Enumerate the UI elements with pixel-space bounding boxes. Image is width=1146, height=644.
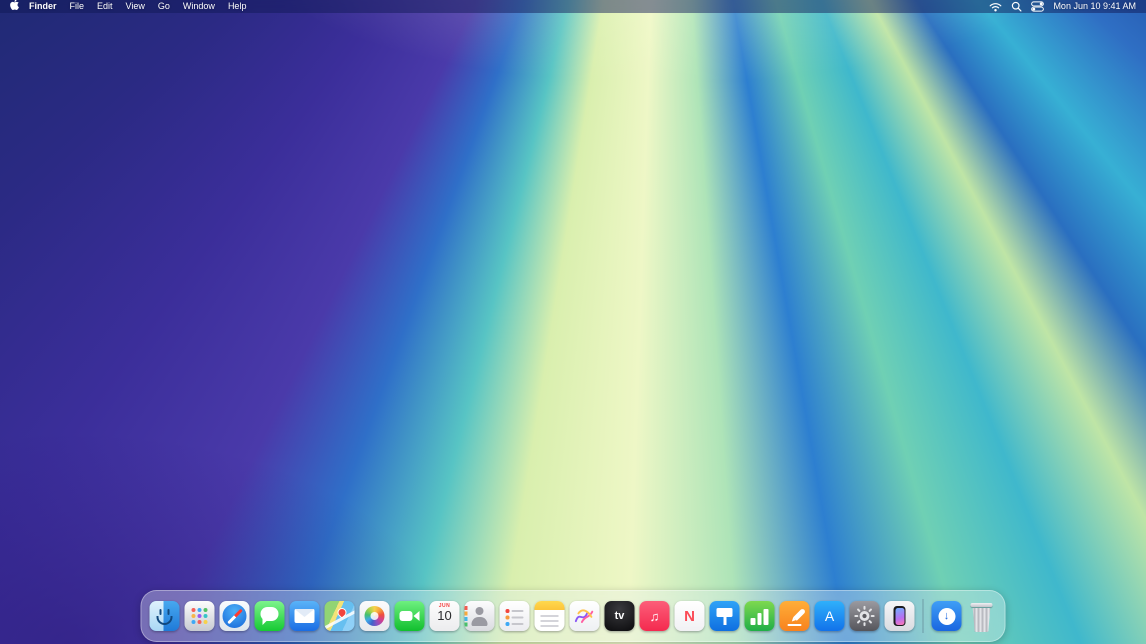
dock-icon-pages[interactable] — [780, 601, 810, 631]
download-arrow-icon: ↓ — [944, 611, 950, 622]
safari-compass-icon — [223, 604, 247, 628]
music-note-icon: ♫ — [650, 610, 660, 623]
dock-icon-reminders[interactable] — [500, 601, 530, 631]
dock-icon-calendar[interactable]: JUN 10 — [430, 601, 460, 631]
dock-icon-numbers[interactable] — [745, 601, 775, 631]
dock-icon-safari[interactable] — [220, 601, 250, 631]
dock-icon-tv[interactable]: tv — [605, 601, 635, 631]
calendar-day-label: 10 — [437, 609, 451, 624]
dock-icon-music[interactable]: ♫ — [640, 601, 670, 631]
menu-item-go[interactable]: Go — [158, 0, 170, 13]
dock-icon-app-store[interactable]: A — [815, 601, 845, 631]
freeform-squiggle-icon — [572, 603, 598, 629]
photos-flower-icon — [365, 606, 385, 626]
app-menu-title[interactable]: Finder — [29, 0, 57, 13]
pages-pen-icon — [793, 608, 806, 621]
dock-icon-facetime[interactable] — [395, 601, 425, 631]
gear-icon — [854, 605, 876, 627]
downloads-circle-icon: ↓ — [938, 608, 955, 625]
maps-pin-icon — [336, 606, 349, 619]
dock-separator — [923, 599, 924, 633]
dock-icon-freeform[interactable] — [570, 601, 600, 631]
news-n-glyph: N — [684, 609, 695, 624]
desktop-wallpaper — [0, 0, 1146, 644]
finder-face-icon — [160, 609, 162, 615]
menu-item-window[interactable]: Window — [183, 0, 215, 13]
menu-item-file[interactable]: File — [70, 0, 85, 13]
desktop: Finder File Edit View Go Window Help — [0, 0, 1146, 644]
dock-icon-contacts[interactable] — [465, 601, 495, 631]
dock-icon-maps[interactable] — [325, 601, 355, 631]
menu-bar: Finder File Edit View Go Window Help — [0, 0, 1146, 13]
dock-icon-news[interactable]: N — [675, 601, 705, 631]
trash-basket-icon — [972, 608, 992, 632]
control-center-icon[interactable] — [1031, 1, 1044, 12]
numbers-chart-icon — [764, 609, 769, 625]
dock-icon-mail[interactable] — [290, 601, 320, 631]
menu-item-help[interactable]: Help — [228, 0, 247, 13]
iphone-icon — [894, 606, 906, 626]
menu-item-view[interactable]: View — [126, 0, 145, 13]
dock-icon-messages[interactable] — [255, 601, 285, 631]
dock-icon-trash[interactable] — [967, 600, 997, 632]
launchpad-grid-icon — [192, 608, 196, 612]
tv-wordmark: tv — [615, 611, 625, 622]
dock-icon-photos[interactable] — [360, 601, 390, 631]
trash-rim-icon — [971, 603, 993, 607]
dock-icon-notes[interactable] — [535, 601, 565, 631]
dock-icon-launchpad[interactable] — [185, 601, 215, 631]
app-store-a-glyph: A — [825, 609, 834, 623]
dock-icon-downloads[interactable]: ↓ — [932, 601, 962, 631]
wifi-icon[interactable] — [989, 2, 1002, 12]
contacts-tabs-icon — [465, 606, 468, 610]
menu-item-edit[interactable]: Edit — [97, 0, 113, 13]
dock-icon-finder[interactable] — [150, 601, 180, 631]
dock-icon-system-settings[interactable] — [850, 601, 880, 631]
apple-menu[interactable] — [10, 0, 19, 14]
spotlight-search-icon[interactable] — [1011, 1, 1022, 12]
dock-icon-keynote[interactable] — [710, 601, 740, 631]
dock-icon-iphone-mirroring[interactable] — [885, 601, 915, 631]
apple-logo-icon — [10, 0, 19, 14]
menu-bar-clock[interactable]: Mon Jun 10 9:41 AM — [1053, 0, 1136, 13]
dock: JUN 10 tv ♫ N A — [141, 590, 1006, 642]
